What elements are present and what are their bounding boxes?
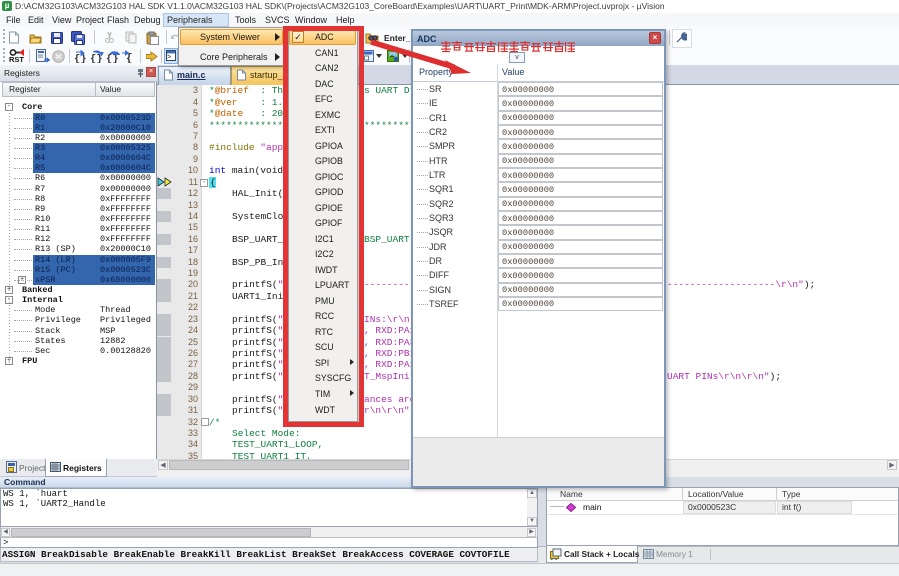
svg-text:{ }: { } (126, 53, 136, 63)
svg-text:>: > (167, 54, 171, 62)
svg-text:{}: {} (74, 54, 87, 64)
svg-text:RST: RST (9, 55, 24, 63)
